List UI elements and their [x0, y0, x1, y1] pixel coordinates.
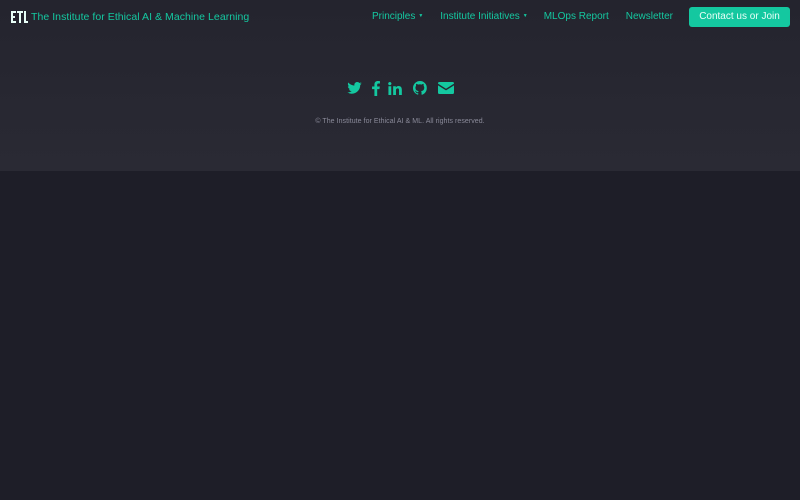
nav-newsletter[interactable]: Newsletter [626, 11, 673, 22]
header-footer-panel: The Institute for Ethical AI & Machine L… [0, 0, 800, 171]
brand-logo-icon [11, 10, 28, 23]
chevron-down-icon: ▼ [418, 13, 424, 19]
nav-mlops-report[interactable]: MLOps Report [544, 11, 609, 22]
brand-link[interactable]: The Institute for Ethical AI & Machine L… [11, 10, 250, 23]
nav-principles[interactable]: Principles ▼ [372, 11, 423, 22]
page: The Institute for Ethical AI & Machine L… [0, 0, 800, 500]
facebook-icon [371, 80, 380, 96]
social-links [0, 79, 800, 97]
linkedin-icon [388, 81, 402, 95]
brand-name: The Institute for Ethical AI & Machine L… [31, 10, 250, 23]
github-icon [412, 81, 427, 95]
contact-join-label: Contact us or Join [699, 11, 780, 22]
email-link[interactable] [437, 79, 454, 97]
twitter-icon [347, 82, 362, 94]
linkedin-link[interactable] [388, 79, 403, 97]
nav-links: Principles ▼ Institute Initiatives ▼ MLO… [372, 6, 790, 27]
nav-newsletter-label: Newsletter [625, 11, 673, 22]
chevron-down-icon: ▼ [522, 13, 528, 19]
github-link[interactable] [412, 79, 427, 97]
nav-initiatives-label: Institute Initiatives [440, 11, 520, 22]
navbar: The Institute for Ethical AI & Machine L… [0, 0, 800, 33]
contact-join-button[interactable]: Contact us or Join [689, 6, 790, 27]
nav-mlops-label: MLOps Report [543, 11, 609, 22]
twitter-link[interactable] [347, 79, 363, 97]
facebook-link[interactable] [371, 79, 381, 97]
nav-principles-label: Principles [371, 11, 416, 22]
envelope-icon [437, 82, 454, 94]
nav-institute-initiatives[interactable]: Institute Initiatives ▼ [440, 11, 527, 22]
copyright-text: © The Institute for Ethical AI & ML. All… [315, 118, 485, 125]
